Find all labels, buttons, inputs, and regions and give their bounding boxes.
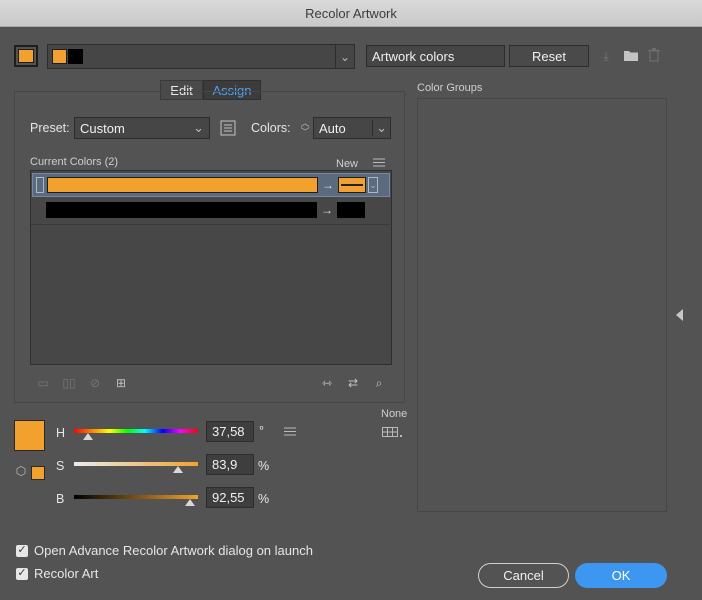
colors-count-dropdown[interactable]: Auto ⌄ bbox=[313, 117, 391, 139]
h-unit: ° bbox=[259, 424, 264, 438]
trash-icon[interactable] bbox=[646, 47, 662, 63]
artwork-name-field[interactable]: Artwork colors bbox=[366, 45, 505, 67]
new-color-swatch[interactable] bbox=[338, 177, 366, 193]
color-group-dropdown[interactable]: ⌄ bbox=[47, 44, 355, 69]
recolor-art-option[interactable]: ✓ Recolor Art bbox=[16, 566, 98, 581]
colors-label: Colors: bbox=[251, 121, 291, 135]
randomly-change-saturation-icon[interactable]: ⇄ bbox=[344, 375, 362, 391]
open-advance-label: Open Advance Recolor Artwork dialog on l… bbox=[34, 543, 313, 558]
table-row[interactable]: → bbox=[32, 199, 390, 223]
active-color-swatch[interactable] bbox=[14, 45, 38, 67]
new-row-icon[interactable]: ⊞ bbox=[112, 376, 130, 390]
arrow-right-icon[interactable]: → bbox=[320, 202, 334, 218]
chevron-down-icon: ⌄ bbox=[372, 120, 387, 136]
row-handle-icon[interactable] bbox=[36, 177, 44, 193]
swatch-grid-icon[interactable] bbox=[381, 426, 403, 438]
separate-colors-icon[interactable]: ▯▯ bbox=[60, 376, 78, 390]
new-color-swatch[interactable] bbox=[337, 202, 365, 218]
current-fill-swatch[interactable] bbox=[14, 420, 45, 451]
merge-colors-icon[interactable]: ▭ bbox=[34, 376, 52, 390]
reset-button[interactable]: Reset bbox=[509, 45, 589, 67]
out-of-gamut-cube-icon[interactable]: ⬡ bbox=[14, 464, 28, 478]
b-label: B bbox=[56, 492, 65, 506]
chevron-down-icon[interactable]: ⌄ bbox=[368, 177, 378, 193]
saturation-value-field[interactable]: 83,9 bbox=[206, 454, 254, 475]
current-color-bar[interactable] bbox=[46, 202, 317, 218]
exclude-colors-icon[interactable]: ⊘ bbox=[86, 376, 104, 390]
color-groups-list[interactable] bbox=[417, 98, 667, 512]
window-title: Recolor Artwork bbox=[305, 5, 397, 21]
in-gamut-swatch[interactable] bbox=[31, 466, 45, 480]
dropdown-swatch-black bbox=[68, 49, 83, 64]
stepper-down-icon: ﹀ bbox=[300, 127, 310, 137]
b-unit: % bbox=[258, 492, 270, 506]
preset-dropdown[interactable]: Custom ⌄ bbox=[74, 117, 210, 139]
chevron-down-icon: ⌄ bbox=[335, 45, 354, 68]
open-advance-option[interactable]: ✓ Open Advance Recolor Artwork dialog on… bbox=[16, 543, 313, 558]
color-assignment-table: → ⌄ → bbox=[30, 170, 392, 365]
s-label: S bbox=[56, 459, 65, 473]
chevron-down-icon: ⌄ bbox=[193, 120, 204, 135]
randomly-change-order-icon[interactable]: ⇿ bbox=[318, 375, 336, 391]
cancel-button[interactable]: Cancel bbox=[478, 563, 569, 588]
color-mode-menu-icon[interactable] bbox=[283, 425, 297, 437]
arrow-right-icon[interactable]: → bbox=[321, 177, 335, 193]
save-color-group-icon[interactable]: ⤓ bbox=[598, 48, 614, 64]
expand-panel-icon[interactable] bbox=[676, 309, 683, 321]
table-row[interactable]: → ⌄ bbox=[32, 173, 390, 197]
saturation-slider-thumb[interactable] bbox=[173, 466, 183, 473]
find-color-icon[interactable]: ⌕ bbox=[370, 375, 388, 391]
open-advance-checkbox[interactable]: ✓ bbox=[16, 544, 28, 557]
brightness-value-field[interactable]: 92,55 bbox=[206, 487, 254, 508]
s-unit: % bbox=[258, 459, 270, 473]
recolor-art-checkbox[interactable]: ✓ bbox=[16, 567, 28, 580]
h-label: H bbox=[56, 426, 66, 440]
new-label: New bbox=[336, 158, 359, 170]
recolor-art-label: Recolor Art bbox=[34, 566, 99, 581]
color-groups-label: Color Groups bbox=[417, 82, 483, 94]
hue-slider-thumb[interactable] bbox=[83, 433, 93, 440]
none-label: None bbox=[381, 408, 408, 420]
current-colors-label: Current Colors (2) bbox=[30, 156, 119, 168]
hue-value-field[interactable]: 37,58 bbox=[206, 421, 254, 442]
ok-button[interactable]: OK bbox=[575, 563, 667, 588]
dropdown-swatch-orange bbox=[52, 49, 67, 64]
brightness-slider-track[interactable] bbox=[74, 495, 198, 499]
brightness-slider-thumb[interactable] bbox=[185, 499, 195, 506]
folder-icon[interactable] bbox=[622, 47, 640, 63]
current-color-bar[interactable] bbox=[47, 177, 318, 193]
color-reduction-options-icon[interactable] bbox=[219, 119, 237, 137]
colors-stepper[interactable]: ︿ ﹀ bbox=[299, 117, 311, 139]
menu-icon[interactable] bbox=[372, 156, 386, 168]
preset-label: Preset: bbox=[30, 121, 70, 135]
window-titlebar: Recolor Artwork bbox=[0, 0, 702, 27]
